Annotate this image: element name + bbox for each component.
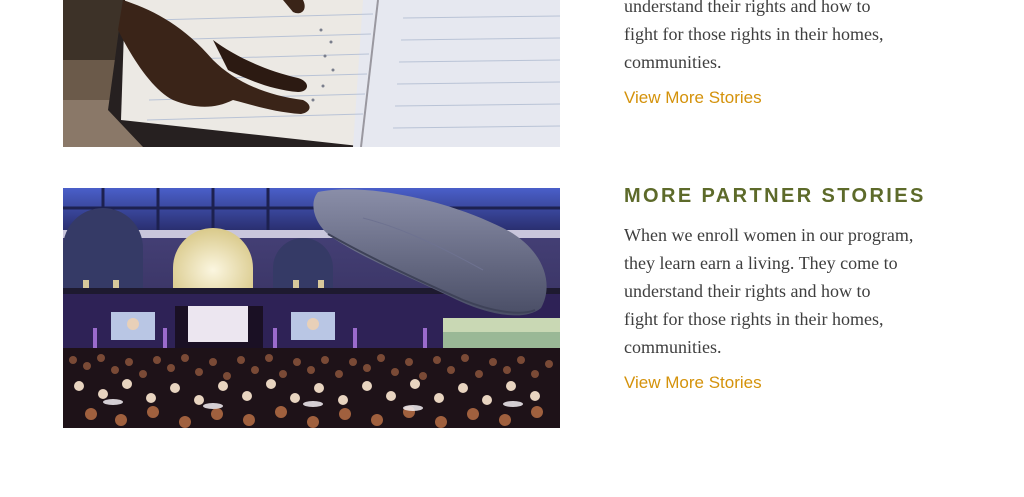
story-photo-notebook[interactable]: [63, 0, 560, 147]
story-line: communities.: [624, 337, 722, 357]
story-card-2: MORE PARTNER STORIES When we enroll wome…: [0, 185, 1024, 428]
story-line: communities.: [624, 52, 722, 72]
view-more-stories-link[interactable]: View More Stories: [624, 85, 762, 111]
story-line: understand their rights and how to: [624, 281, 871, 301]
view-more-stories-link[interactable]: View More Stories: [624, 370, 762, 396]
story-photo-gala[interactable]: [63, 188, 560, 428]
notebook-photo-image: [63, 0, 560, 147]
section-heading: MORE PARTNER STORIES: [624, 185, 926, 207]
story-card-1: understand their rights and how to fight…: [0, 0, 1024, 147]
story-line: fight for those rights in their homes,: [624, 309, 884, 329]
story-line: understand their rights and how to: [624, 0, 871, 16]
story-description: understand their rights and how to fight…: [624, 0, 964, 76]
gala-photo-image: [63, 188, 560, 428]
story-line: When we enroll women in our program,: [624, 225, 914, 245]
story-line: they learn earn a living. They come to: [624, 253, 898, 273]
story-description: When we enroll women in our program, the…: [624, 221, 964, 361]
story-text-column: MORE PARTNER STORIES When we enroll wome…: [624, 181, 964, 396]
story-line: fight for those rights in their homes,: [624, 24, 884, 44]
story-text-column: understand their rights and how to fight…: [624, 0, 964, 111]
